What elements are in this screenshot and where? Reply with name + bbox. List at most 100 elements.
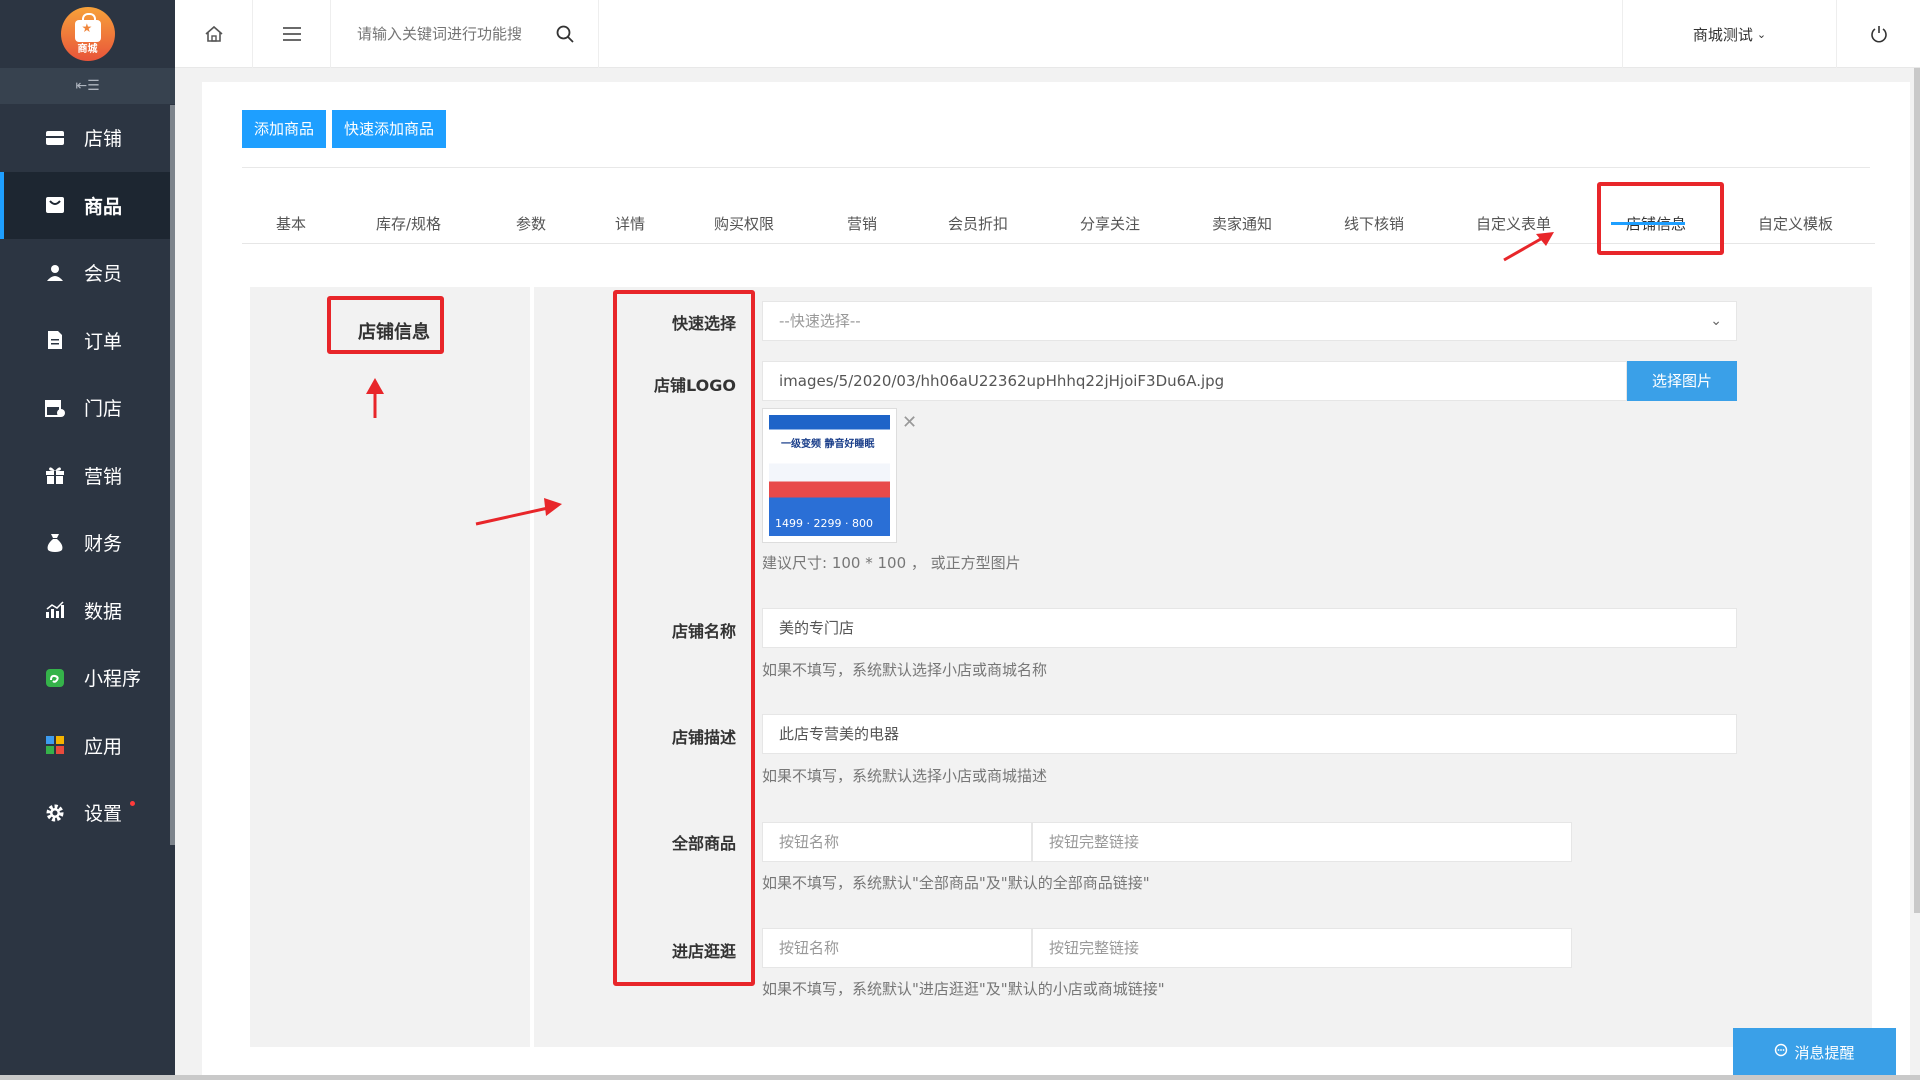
add-product-button[interactable]: 添加商品: [242, 110, 327, 148]
quick-select-placeholder: --快速选择--: [779, 312, 861, 330]
topbar: 商城测试 ⌄: [175, 0, 1920, 68]
section-sidebar: [250, 287, 530, 1047]
logo-hint: 建议尺寸: 100 * 100 ， 或正方型图片: [762, 554, 1021, 572]
chart-icon: [44, 599, 66, 621]
tab-share-follow[interactable]: 分享关注: [1080, 204, 1140, 244]
sidebar-item-label: 商品: [84, 195, 123, 218]
user-icon: [44, 262, 66, 284]
sidebar-item-label: 营销: [84, 465, 123, 488]
sidebar-item-label: 设置: [84, 803, 123, 826]
sidebar-item-data[interactable]: 数据: [0, 577, 175, 645]
annotation-box-labels: [613, 290, 755, 986]
logo-text: 商城: [77, 44, 98, 55]
sidebar-item-store[interactable]: 店铺: [0, 104, 175, 172]
sidebar-item-miniprogram[interactable]: 小程序: [0, 644, 175, 712]
visit-shop-link-input[interactable]: 按钮完整链接: [1032, 928, 1572, 968]
annotation-arrow-title: [366, 378, 384, 418]
tab-offline-verify[interactable]: 线下核销: [1344, 204, 1404, 244]
chevron-down-icon: ⌄: [1710, 313, 1722, 329]
sidebar-item-goods[interactable]: 商品: [0, 171, 175, 239]
thumbnail-headline: 一级变频 静音好睡眠: [781, 439, 875, 450]
sidebar-item-shop[interactable]: 门店: [0, 374, 175, 442]
home-icon: [204, 25, 223, 42]
divider: [242, 167, 1870, 168]
shopping-bag-icon: [74, 13, 101, 42]
remove-image-close-icon[interactable]: ✕: [902, 412, 917, 433]
search-input[interactable]: [355, 24, 555, 44]
hamburger-icon: [282, 27, 301, 41]
shop-name-input[interactable]: 美的专门店: [762, 608, 1737, 648]
sidebar-item-settings[interactable]: 设置: [0, 779, 175, 847]
sidebar-item-label: 应用: [84, 735, 123, 758]
sidebar-item-finance[interactable]: 财务: [0, 509, 175, 577]
miniprogram-icon: [44, 667, 66, 689]
shop-desc-hint: 如果不填写，系统默认选择小店或商城描述: [762, 767, 1048, 785]
tab-member-discount[interactable]: 会员折扣: [948, 204, 1008, 244]
tab-detail[interactable]: 详情: [615, 204, 645, 244]
toolbar: 添加商品 快速添加商品: [242, 110, 447, 148]
horizontal-scrollbar[interactable]: [0, 1075, 1920, 1080]
tab-purchase-rights[interactable]: 购买权限: [714, 204, 774, 244]
sidebar-item-order[interactable]: 订单: [0, 307, 175, 375]
sidebar-item-label: 门店: [84, 398, 123, 421]
chat-icon: [1774, 1043, 1788, 1061]
goods-icon: [44, 194, 66, 216]
order-icon: [44, 329, 66, 351]
sidebar-scrollbar[interactable]: [170, 105, 175, 845]
menu-button[interactable]: [253, 0, 331, 68]
page-scrollbar[interactable]: [1914, 68, 1920, 913]
gift-icon: [44, 464, 66, 486]
sidebar-item-label: 店铺: [84, 128, 123, 151]
quick-add-product-button[interactable]: 快速添加商品: [332, 110, 447, 148]
money-bag-icon: [44, 532, 66, 554]
annotation-arrow-tab: [1503, 232, 1554, 262]
sidebar: 商城 ⇤☰ 店铺 商品 会员 订单: [0, 0, 175, 1080]
sidebar-item-label: 数据: [84, 600, 123, 623]
notification-dot: [130, 801, 135, 806]
tab-seller-notify[interactable]: 卖家通知: [1212, 204, 1272, 244]
all-goods-name-input[interactable]: 按钮名称: [762, 822, 1032, 862]
logo-path-input[interactable]: images/5/2020/03/hh06aU22362upHhhq22jHjo…: [762, 361, 1627, 401]
all-goods-hint: 如果不填写，系统默认"全部商品"及"默认的全部商品链接": [762, 874, 1150, 892]
sidebar-item-marketing[interactable]: 营销: [0, 442, 175, 510]
select-image-button[interactable]: 选择图片: [1627, 361, 1737, 401]
tab-params[interactable]: 参数: [516, 204, 546, 244]
logo[interactable]: 商城: [60, 7, 115, 61]
tab-basic[interactable]: 基本: [276, 204, 306, 244]
logo-area: 商城: [0, 0, 175, 68]
annotation-box-title: [327, 296, 444, 354]
visit-shop-name-input[interactable]: 按钮名称: [762, 928, 1032, 968]
logout-button[interactable]: [1837, 0, 1920, 68]
annotation-arrow-labels: [475, 498, 562, 526]
sidebar-item-label: 订单: [84, 330, 123, 353]
home-button[interactable]: [175, 0, 253, 68]
chevron-down-icon: ⌄: [1756, 27, 1767, 41]
sidebar-item-label: 小程序: [84, 668, 142, 691]
shop-icon: [44, 397, 66, 419]
all-goods-link-input[interactable]: 按钮完整链接: [1032, 822, 1572, 862]
sidebar-item-label: 财务: [84, 533, 123, 556]
thumbnail-price: 1499 · 2299 · 800: [775, 517, 873, 530]
shop-desc-input[interactable]: 此店专营美的电器: [762, 714, 1737, 754]
tab-stock-spec[interactable]: 库存/规格: [376, 204, 441, 244]
user-dropdown[interactable]: 商城测试 ⌄: [1622, 0, 1837, 68]
annotation-box-tab: [1597, 182, 1724, 255]
search-box: [331, 0, 599, 68]
search-icon[interactable]: [555, 24, 575, 44]
logo-thumbnail-image: 一级变频 静音好睡眠 1499 · 2299 · 800: [769, 415, 890, 536]
sidebar-item-apps[interactable]: 应用: [0, 712, 175, 780]
sidebar-nav: 店铺 商品 会员 订单 门店 营销 财务 数据 小程序 应用 设置: [0, 104, 175, 847]
logo-thumbnail: 一级变频 静音好睡眠 1499 · 2299 · 800: [762, 408, 897, 543]
message-reminder-button[interactable]: 消息提醒: [1733, 1028, 1896, 1076]
sidebar-item-member[interactable]: 会员: [0, 239, 175, 307]
message-reminder-label: 消息提醒: [1794, 1043, 1855, 1062]
quick-select-dropdown[interactable]: --快速选择-- ⌄: [762, 301, 1737, 341]
shop-name-hint: 如果不填写，系统默认选择小店或商城名称: [762, 661, 1048, 679]
sidebar-collapse-button[interactable]: ⇤☰: [0, 68, 175, 104]
sidebar-item-label: 会员: [84, 263, 123, 286]
gear-icon: [44, 802, 66, 824]
tab-custom-template[interactable]: 自定义模板: [1758, 204, 1833, 244]
collapse-icon: ⇤☰: [75, 78, 100, 94]
tab-marketing[interactable]: 营销: [847, 204, 877, 244]
store-icon: [44, 127, 66, 149]
